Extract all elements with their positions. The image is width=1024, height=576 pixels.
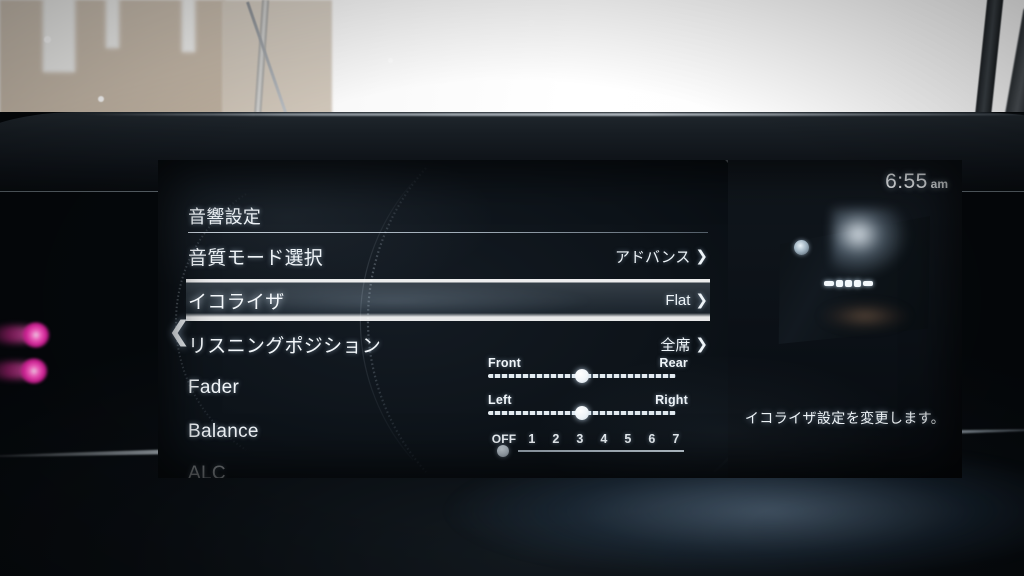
alc-tick-3[interactable]: 3	[568, 432, 592, 446]
infotainment-display[interactable]: 音響設定 音質モード選択 アドバンス ❯ イコライザ Flat ❯ リスニングポ…	[158, 160, 962, 478]
snowflake	[528, 20, 534, 26]
balance-fader-controls: Front Rear Left Right	[488, 356, 688, 430]
description-text: イコライザ設定を変更します。	[744, 410, 946, 426]
balance-slider[interactable]: Left Right	[488, 393, 688, 420]
menu-item-value-wrap: Flat ❯	[665, 292, 708, 309]
eq-bar	[854, 280, 861, 287]
menu-item-label: イコライザ	[188, 291, 285, 313]
menu-item-label: リスニングポジション	[188, 335, 382, 357]
fader-slider[interactable]: Front Rear	[488, 356, 688, 383]
alc-off-label: OFF	[491, 432, 517, 446]
equalizer-bars-icon	[824, 280, 873, 287]
menu-item-value: 全席	[660, 336, 691, 354]
fader-right-label: Rear	[659, 356, 688, 370]
alc-tick-5[interactable]: 5	[616, 432, 640, 446]
menu-item-alc[interactable]: ALC	[188, 454, 708, 478]
fader-slider-track[interactable]	[488, 369, 676, 383]
indicator-led-lower	[20, 358, 48, 384]
menu-item-equalizer[interactable]: イコライザ Flat ❯	[188, 280, 708, 320]
balance-left-label: Left	[488, 393, 512, 407]
snowflake	[98, 96, 104, 102]
indicator-led-upper	[22, 322, 50, 348]
menu-separator	[188, 232, 708, 233]
menu-item-label: Fader	[188, 377, 240, 398]
chevron-right-icon: ❯	[695, 291, 708, 309]
page-title: 音響設定	[188, 207, 262, 227]
alc-tick-4[interactable]: 4	[592, 432, 616, 446]
eq-bar	[845, 280, 852, 287]
graphic-specular-glint	[832, 208, 952, 318]
fader-slider-labels: Front Rear	[488, 356, 688, 370]
chevron-right-icon: ❯	[695, 247, 708, 265]
alc-tick-6[interactable]: 6	[640, 432, 664, 446]
balance-slider-knob[interactable]	[575, 406, 589, 420]
clock-meridiem: am	[930, 177, 948, 191]
eq-bar	[863, 281, 873, 286]
menu-item-label: ALC	[188, 463, 226, 478]
snowflake	[44, 36, 51, 43]
snowflake	[660, 8, 667, 15]
building-exterior-secondary	[222, 0, 332, 122]
menu-item-label: 音質モード選択	[188, 247, 324, 269]
chevron-right-icon: ❯	[695, 335, 708, 353]
balance-right-label: Right	[655, 393, 688, 407]
menu-title-row: 音響設定	[188, 196, 708, 236]
balance-slider-track[interactable]	[488, 406, 676, 420]
menu-item-value-wrap: 全席 ❯	[660, 334, 708, 355]
snowflake	[388, 58, 393, 63]
menu-item-value: Flat	[665, 291, 691, 309]
building-window	[182, 0, 195, 52]
screen-surface: 音響設定 音質モード選択 アドバンス ❯ イコライザ Flat ❯ リスニングポ…	[158, 160, 962, 478]
car-badge-icon	[794, 240, 809, 255]
fader-slider-knob[interactable]	[575, 369, 589, 383]
clock-time: 6:55	[885, 170, 928, 193]
alc-slider-track[interactable]	[497, 445, 684, 457]
eq-bar	[824, 281, 834, 286]
alc-scale-ticks: OFF 1 2 3 4 5 6 7	[488, 432, 688, 446]
status-panel: 6:55 am イコライザ設定を変更します。	[728, 160, 962, 478]
building-window	[106, 0, 119, 48]
alc-level-scale[interactable]: OFF 1 2 3 4 5 6 7	[488, 432, 688, 457]
alc-tick-7[interactable]: 7	[664, 432, 688, 446]
menu-item-value: アドバンス	[614, 248, 691, 266]
balance-slider-labels: Left Right	[488, 393, 688, 407]
alc-tick-2[interactable]: 2	[544, 432, 568, 446]
dashboard-bezel-highlight	[70, 113, 1024, 116]
back-chevron-icon[interactable]: ❮	[168, 318, 191, 345]
menu-item-sound-mode[interactable]: 音質モード選択 アドバンス ❯	[188, 236, 708, 276]
photo-scene: 音響設定 音質モード選択 アドバンス ❯ イコライザ Flat ❯ リスニングポ…	[0, 0, 1024, 576]
clock: 6:55 am	[885, 170, 948, 194]
alc-tick-1[interactable]: 1	[520, 432, 544, 446]
alc-slider-knob[interactable]	[497, 445, 509, 457]
fader-left-label: Front	[488, 356, 521, 370]
menu-item-value-wrap: アドバンス ❯	[615, 246, 708, 267]
eq-bar	[836, 280, 843, 287]
menu-item-label: Balance	[188, 421, 259, 442]
